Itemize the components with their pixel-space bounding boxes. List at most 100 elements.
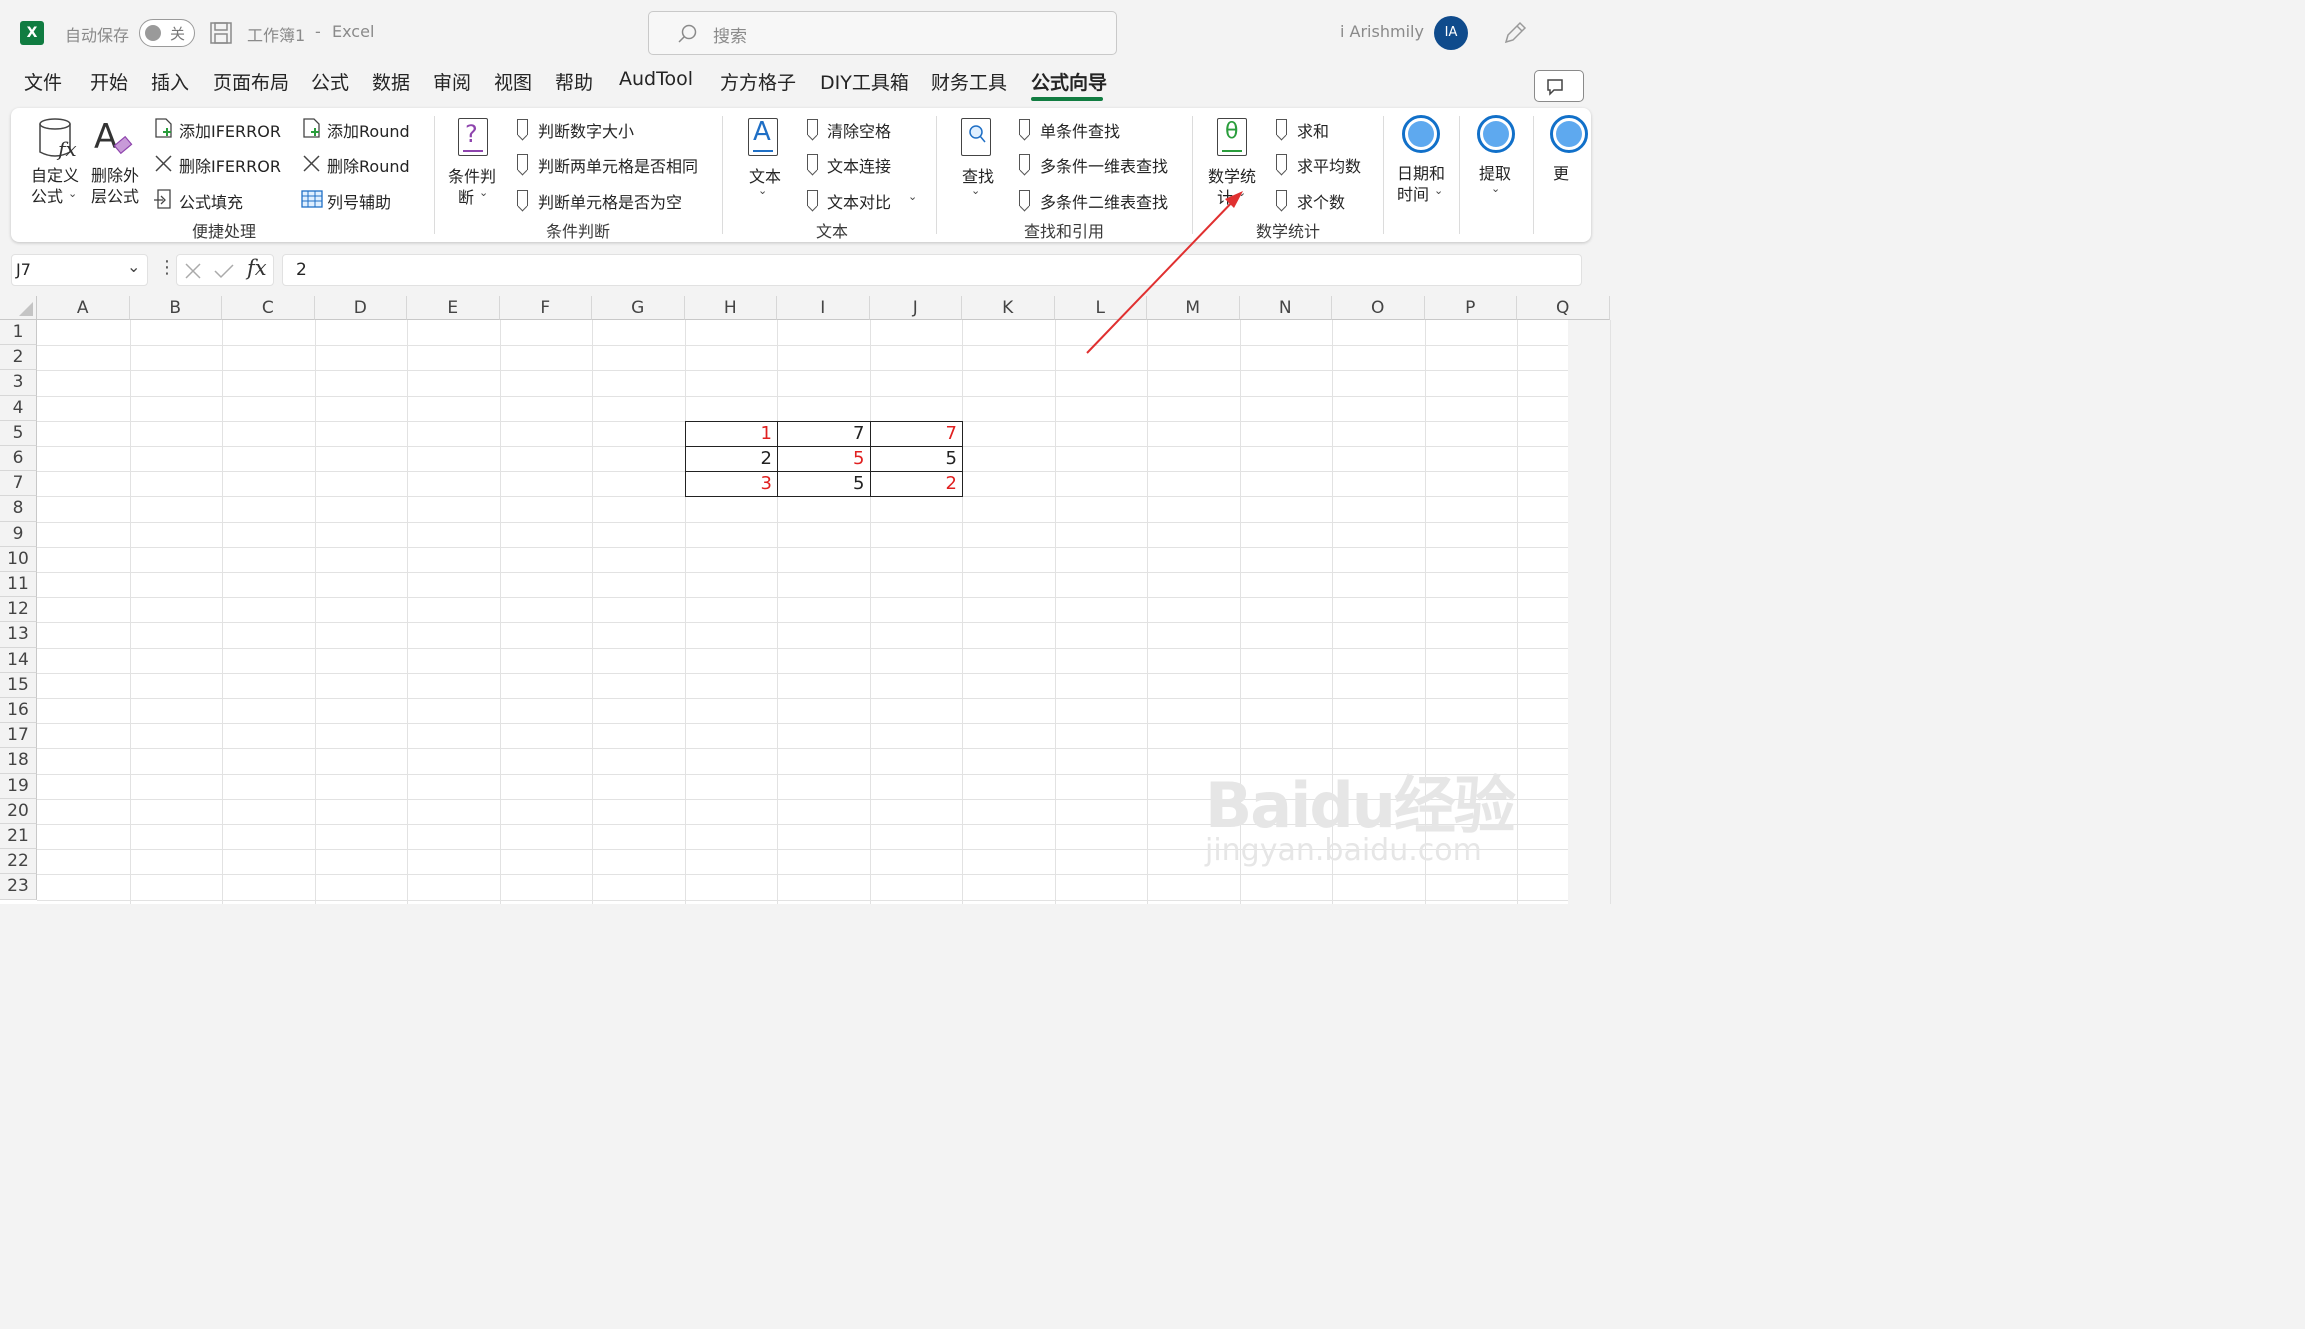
- count-button[interactable]: 求个数: [1297, 189, 1345, 213]
- column-header-i[interactable]: I: [777, 296, 870, 320]
- row-header-20[interactable]: 20: [0, 798, 37, 824]
- pen-icon[interactable]: [1502, 20, 1528, 46]
- column-header-n[interactable]: N: [1239, 296, 1332, 320]
- search-box[interactable]: 搜索: [648, 11, 1117, 55]
- save-icon[interactable]: [209, 21, 233, 45]
- row-header-23[interactable]: 23: [0, 874, 37, 900]
- tab-review[interactable]: 审阅: [433, 68, 471, 95]
- row-header-12[interactable]: 12: [0, 597, 37, 623]
- row-header-10[interactable]: 10: [0, 546, 37, 572]
- table-cell[interactable]: 3: [684, 471, 778, 498]
- row-header-11[interactable]: 11: [0, 572, 37, 598]
- row-header-18[interactable]: 18: [0, 748, 37, 774]
- multi-1d-lookup-button[interactable]: 多条件一维表查找: [1040, 153, 1168, 177]
- column-header-k[interactable]: K: [962, 296, 1055, 320]
- single-lookup-button[interactable]: 单条件查找: [1040, 118, 1120, 142]
- table-cell[interactable]: 2: [684, 446, 778, 473]
- row-header-4[interactable]: 4: [0, 395, 37, 421]
- column-header-e[interactable]: E: [407, 296, 500, 320]
- column-helper-button[interactable]: 列号辅助: [327, 189, 391, 213]
- table-cell[interactable]: 2: [869, 471, 963, 498]
- name-box[interactable]: J7 ⌄: [11, 254, 148, 286]
- row-header-8[interactable]: 8: [0, 496, 37, 522]
- autosave-toggle[interactable]: 关: [139, 19, 195, 47]
- row-header-9[interactable]: 9: [0, 521, 37, 547]
- column-header-h[interactable]: H: [684, 296, 777, 320]
- tab-diy-toolbox[interactable]: DIY工具箱: [820, 68, 909, 95]
- text-compare-button[interactable]: 文本对比: [827, 189, 891, 213]
- tab-home[interactable]: 开始: [90, 68, 128, 95]
- formula-input[interactable]: 2: [282, 254, 1582, 286]
- chevron-down-icon[interactable]: ⌄: [127, 257, 140, 276]
- text-join-button[interactable]: 文本连接: [827, 153, 891, 177]
- tab-data[interactable]: 数据: [372, 68, 410, 95]
- row-header-1[interactable]: 1: [0, 320, 37, 346]
- row-header-7[interactable]: 7: [0, 471, 37, 497]
- judge-cell-empty-button[interactable]: 判断单元格是否为空: [538, 189, 682, 213]
- row-header-13[interactable]: 13: [0, 622, 37, 648]
- chevron-down-icon[interactable]: ⌄: [68, 187, 77, 200]
- row-header-14[interactable]: 14: [0, 647, 37, 673]
- column-header-c[interactable]: C: [222, 296, 315, 320]
- tab-fangfang[interactable]: 方方格子: [720, 68, 796, 95]
- tab-page-layout[interactable]: 页面布局: [213, 68, 289, 95]
- tab-formulas[interactable]: 公式: [311, 68, 349, 95]
- date-time-label2[interactable]: 时间: [1397, 181, 1429, 205]
- tab-formula-wizard[interactable]: 公式向导: [1031, 68, 1107, 95]
- chevron-down-icon[interactable]: ⌄: [1491, 182, 1500, 195]
- column-header-d[interactable]: D: [314, 296, 407, 320]
- tab-view[interactable]: 视图: [494, 68, 532, 95]
- delete-round-button[interactable]: 删除Round: [327, 153, 410, 177]
- table-cell[interactable]: 7: [777, 420, 871, 447]
- column-header-f[interactable]: F: [499, 296, 592, 320]
- delete-outer-formula-label2[interactable]: 层公式: [91, 183, 139, 207]
- column-header-b[interactable]: B: [129, 296, 222, 320]
- more-button[interactable]: 更: [1553, 160, 1569, 184]
- avatar[interactable]: IA: [1434, 16, 1468, 50]
- math-stats-label2[interactable]: 计: [1217, 184, 1233, 208]
- row-header-3[interactable]: 3: [0, 370, 37, 396]
- column-header-a[interactable]: A: [37, 296, 130, 320]
- column-header-o[interactable]: O: [1332, 296, 1425, 320]
- column-header-l[interactable]: L: [1054, 296, 1147, 320]
- clear-spaces-button[interactable]: 清除空格: [827, 118, 891, 142]
- add-iferror-button[interactable]: 添加IFERROR: [179, 118, 281, 142]
- row-header-22[interactable]: 22: [0, 849, 37, 875]
- condition-judge-label2[interactable]: 断: [458, 184, 474, 208]
- chevron-down-icon[interactable]: ⌄: [479, 186, 488, 199]
- table-cell[interactable]: 7: [869, 420, 963, 447]
- check-icon[interactable]: [213, 261, 235, 281]
- row-header-2[interactable]: 2: [0, 345, 37, 371]
- chevron-down-icon[interactable]: ⌄: [1237, 186, 1246, 199]
- column-header-m[interactable]: M: [1147, 296, 1240, 320]
- column-header-q[interactable]: Q: [1517, 296, 1610, 320]
- judge-cells-equal-button[interactable]: 判断两单元格是否相同: [538, 153, 698, 177]
- comments-button[interactable]: [1534, 70, 1584, 102]
- more-options-icon[interactable]: ⋮: [158, 257, 176, 278]
- column-header-j[interactable]: J: [869, 296, 962, 320]
- tab-insert[interactable]: 插入: [151, 68, 189, 95]
- add-round-button[interactable]: 添加Round: [327, 118, 410, 142]
- cancel-icon[interactable]: [183, 261, 203, 281]
- column-header-p[interactable]: P: [1424, 296, 1517, 320]
- formula-fill-button[interactable]: 公式填充: [179, 189, 243, 213]
- column-header-g[interactable]: G: [592, 296, 685, 320]
- row-header-17[interactable]: 17: [0, 723, 37, 749]
- table-cell[interactable]: 1: [684, 420, 778, 447]
- row-header-15[interactable]: 15: [0, 672, 37, 698]
- row-header-21[interactable]: 21: [0, 824, 37, 850]
- row-header-19[interactable]: 19: [0, 773, 37, 799]
- row-header-6[interactable]: 6: [0, 446, 37, 472]
- chevron-down-icon[interactable]: ⌄: [758, 184, 767, 197]
- sum-button[interactable]: 求和: [1297, 118, 1329, 142]
- chevron-down-icon[interactable]: ⌄: [908, 190, 917, 203]
- multi-2d-lookup-button[interactable]: 多条件二维表查找: [1040, 189, 1168, 213]
- table-cell[interactable]: 5: [777, 446, 871, 473]
- judge-number-size-button[interactable]: 判断数字大小: [538, 118, 634, 142]
- table-cell[interactable]: 5: [777, 471, 871, 498]
- select-all-corner[interactable]: [0, 296, 37, 320]
- extract-button[interactable]: 提取: [1479, 160, 1511, 184]
- tab-help[interactable]: 帮助: [555, 68, 593, 95]
- insert-function-icon[interactable]: fx: [247, 256, 267, 280]
- delete-iferror-button[interactable]: 删除IFERROR: [179, 153, 281, 177]
